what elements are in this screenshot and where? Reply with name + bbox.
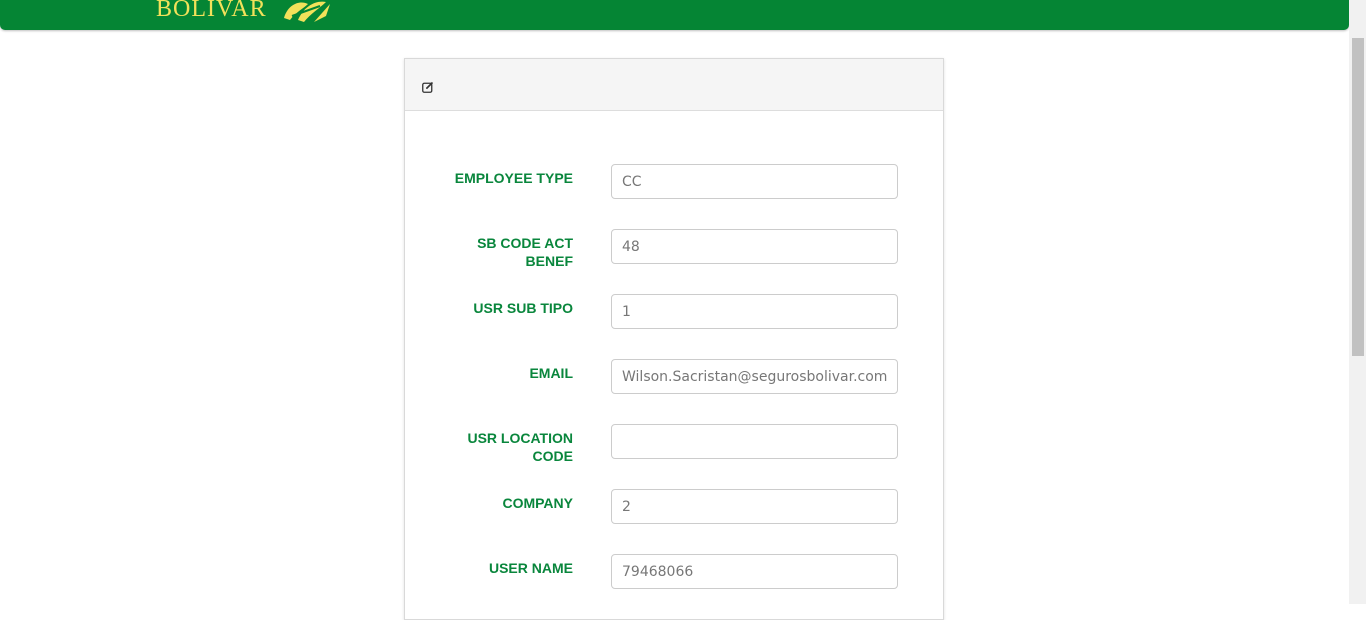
- edit-panel: EMPLOYEE TYPE SB CODE ACT BENEF USR SUB …: [404, 58, 944, 620]
- employee-type-input[interactable]: [611, 164, 898, 199]
- form-row-company: COMPANY: [405, 489, 943, 529]
- employee-type-label: EMPLOYEE TYPE: [454, 170, 573, 186]
- brand-logo-icon: [284, 1, 330, 22]
- form-row-employee-type: EMPLOYEE TYPE: [405, 164, 943, 204]
- form-row-usr-sub-tipo: USR SUB TIPO: [405, 294, 943, 334]
- usr-location-code-input[interactable]: [611, 424, 898, 459]
- user-name-label: USER NAME: [488, 560, 573, 576]
- user-name-input[interactable]: [611, 554, 898, 589]
- form-row-usr-location-code: USR LOCATION CODE: [405, 424, 943, 464]
- company-input[interactable]: [611, 489, 898, 524]
- form-row-email: EMAIL: [405, 359, 943, 399]
- usr-location-code-label: USR LOCATION CODE: [467, 430, 573, 464]
- sb-code-act-benef-label: SB CODE ACT BENEF: [477, 235, 573, 269]
- email-input[interactable]: [611, 359, 898, 394]
- company-label: COMPANY: [502, 495, 573, 511]
- brand-logo-text: BOLIVAR: [156, 0, 267, 22]
- top-header: BOLIVAR: [0, 0, 1349, 30]
- usr-sub-tipo-label: USR SUB TIPO: [473, 300, 573, 316]
- scrollbar-thumb[interactable]: [1352, 38, 1364, 356]
- panel-heading: [405, 59, 943, 111]
- edit-icon[interactable]: [422, 81, 434, 93]
- email-label: EMAIL: [529, 365, 573, 381]
- usr-sub-tipo-input[interactable]: [611, 294, 898, 329]
- form-row-user-name: USER NAME: [405, 554, 943, 594]
- form-row-sb-code-act-benef: SB CODE ACT BENEF: [405, 229, 943, 269]
- sb-code-act-benef-input[interactable]: [611, 229, 898, 264]
